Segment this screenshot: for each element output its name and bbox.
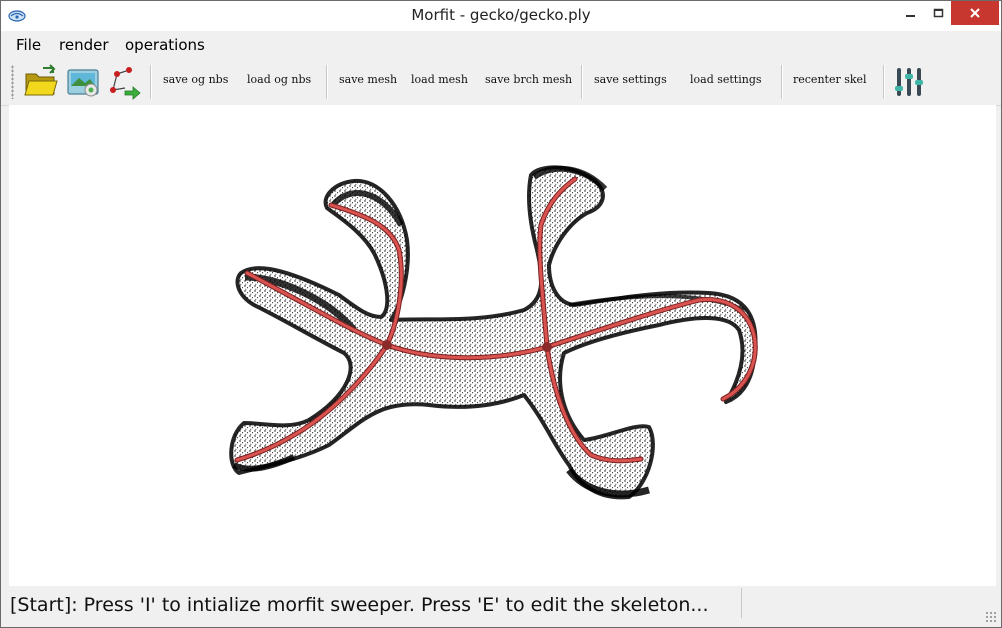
save-settings-button[interactable]: save settings — [594, 73, 667, 86]
save-og-nbs-button[interactable]: save og nbs — [163, 73, 228, 86]
toolbar-separator — [326, 65, 328, 99]
menu-render[interactable]: render — [59, 36, 109, 54]
maximize-button[interactable] — [927, 1, 951, 25]
toolbar-separator — [781, 65, 783, 99]
menu-bar: File render operations — [1, 31, 1001, 59]
skeleton-export-icon[interactable] — [107, 64, 143, 100]
load-settings-button[interactable]: load settings — [690, 73, 762, 86]
minimize-button[interactable] — [894, 1, 927, 25]
menu-file[interactable]: File — [16, 36, 41, 54]
gecko-point-cloud — [229, 165, 758, 500]
app-window: Morfit - gecko/gecko.ply File render ope… — [0, 0, 1002, 628]
maximize-icon — [933, 8, 944, 18]
save-mesh-button[interactable]: save mesh — [339, 73, 397, 86]
load-mesh-button[interactable]: load mesh — [411, 73, 468, 86]
save-brch-mesh-button[interactable]: save brch mesh — [485, 73, 572, 86]
toolbar-separator — [581, 65, 583, 99]
load-image-icon[interactable] — [65, 64, 101, 100]
status-divider — [741, 588, 742, 618]
close-button[interactable] — [951, 1, 999, 25]
point-cloud-view[interactable] — [9, 105, 996, 586]
toolbar-separator — [883, 65, 885, 99]
window-title: Morfit - gecko/gecko.ply — [411, 6, 591, 24]
status-bar: [Start]: Press 'I' to intialize morfit s… — [1, 586, 1001, 627]
settings-sliders-icon[interactable] — [893, 64, 925, 100]
title-bar: Morfit - gecko/gecko.ply — [1, 1, 1001, 31]
recenter-skel-button[interactable]: recenter skel — [793, 73, 867, 86]
skeleton-joint-front[interactable] — [382, 340, 392, 350]
minimize-icon — [905, 15, 915, 17]
toolbar: save og nbs load og nbs save mesh load m… — [1, 59, 1001, 106]
menu-operations[interactable]: operations — [125, 36, 205, 54]
close-icon — [970, 8, 980, 18]
render-viewport[interactable] — [9, 105, 996, 586]
status-message: [Start]: Press 'I' to intialize morfit s… — [10, 594, 709, 616]
toolbar-grip[interactable] — [11, 65, 14, 99]
open-folder-icon[interactable] — [23, 64, 59, 100]
resize-grip-icon[interactable] — [985, 611, 997, 623]
toolbar-separator — [150, 65, 152, 99]
load-og-nbs-button[interactable]: load og nbs — [247, 73, 311, 86]
skeleton-joint-rear[interactable] — [542, 342, 552, 352]
